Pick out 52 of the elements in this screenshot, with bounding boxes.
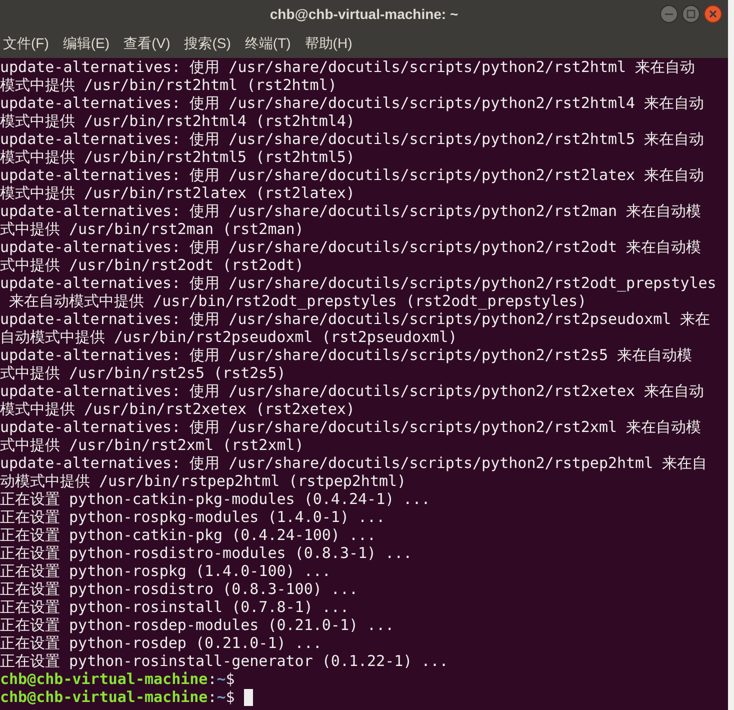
output-line: 正在设置 python-catkin-pkg-modules (0.4.24-1) ...	[0, 490, 430, 508]
output-line: update-alternatives: 使用 /usr/share/docutils/scripts/python2/rstpep2html 来在自	[0, 454, 708, 472]
output-line: 动模式中提供 /usr/bin/rstpep2html (rstpep2html)	[0, 472, 406, 490]
output-line: update-alternatives: 使用 /usr/share/docutils/scripts/python2/rst2html5 来在自动	[0, 130, 704, 148]
output-line: update-alternatives: 使用 /usr/share/docutils/scripts/python2/rst2html4 来在自动	[0, 94, 704, 112]
prompt-user-host: chb@chb-virtual-machine	[0, 670, 208, 688]
menu-item[interactable]: 帮助(H)	[304, 32, 352, 54]
output-line: 式中提供 /usr/bin/rst2xml (rst2xml)	[0, 436, 304, 454]
output-line: 模式中提供 /usr/bin/rst2latex (rst2latex)	[0, 184, 355, 202]
output-line: 正在设置 python-rospkg-modules (1.4.0-1) ...	[0, 508, 386, 526]
output-line: 正在设置 python-rosdep (0.21.0-1) ...	[0, 634, 322, 652]
minimize-icon[interactable]	[660, 5, 678, 23]
maximize-icon[interactable]	[682, 5, 700, 23]
prompt-path: ~	[216, 688, 226, 706]
output-line: 自动模式中提供 /usr/bin/rst2pseudoxml (rst2pseudoxml)	[0, 328, 458, 346]
output-line: 式中提供 /usr/bin/rst2s5 (rst2s5)	[0, 364, 286, 382]
output-line: update-alternatives: 使用 /usr/share/docutils/scripts/python2/rst2s5 来在自动模	[0, 346, 692, 364]
output-line: 正在设置 python-rosdistro (0.8.3-100) ...	[0, 580, 358, 598]
output-line: update-alternatives: 使用 /usr/share/docutils/scripts/python2/rst2odt 来在自动模	[0, 238, 702, 256]
output-line: update-alternatives: 使用 /usr/share/docutils/scripts/python2/rst2odt_prepstyles	[0, 274, 716, 292]
prompt-colon: :	[208, 670, 217, 688]
output-line: 正在设置 python-catkin-pkg (0.4.24-100) ...	[0, 526, 376, 544]
output-line: update-alternatives: 使用 /usr/share/docutils/scripts/python2/rst2html 来在自动	[0, 58, 696, 76]
close-icon[interactable]	[704, 5, 722, 23]
output-line: 式中提供 /usr/bin/rst2man (rst2man)	[0, 220, 304, 238]
output-line: 正在设置 python-rospkg (1.4.0-100) ...	[0, 562, 331, 580]
prompt-symbol: $	[226, 688, 235, 706]
menu-item[interactable]: 文件(F)	[3, 32, 49, 54]
menu-item[interactable]: 搜索(S)	[184, 32, 231, 54]
output-line: update-alternatives: 使用 /usr/share/docutils/scripts/python2/rst2man 来在自动模	[0, 202, 702, 220]
menu-item[interactable]: 终端(T)	[244, 32, 291, 54]
menu-item[interactable]: 编辑(E)	[62, 32, 110, 54]
output-line: 正在设置 python-rosinstall (0.7.8-1) ...	[0, 598, 349, 616]
output-line: 正在设置 python-rosdep-modules (0.21.0-1) ...	[0, 616, 394, 634]
prompt-colon: :	[208, 688, 217, 706]
output-line: 式中提供 /usr/bin/rst2odt (rst2odt)	[0, 256, 304, 274]
output-line: update-alternatives: 使用 /usr/share/docutils/scripts/python2/rst2xetex 来在自动	[0, 382, 704, 400]
output-line: update-alternatives: 使用 /usr/share/docutils/scripts/python2/rst2pseudoxml 来在	[0, 310, 710, 328]
output-line: 模式中提供 /usr/bin/rst2html (rst2html)	[0, 76, 337, 94]
output-line: update-alternatives: 使用 /usr/share/docutils/scripts/python2/rst2xml 来在自动模	[0, 418, 702, 436]
output-line: 正在设置 python-rosdistro-modules (0.8.3-1) ...	[0, 544, 412, 562]
prompt-user-host: chb@chb-virtual-machine	[0, 688, 208, 706]
menu-item[interactable]: 查看(V)	[124, 32, 170, 54]
output-line: 来在自动模式中提供 /usr/bin/rst2odt_prepstyles (rst2odt_prepstyles)	[8, 292, 587, 310]
prompt-path: ~	[216, 670, 226, 688]
output-line: 模式中提供 /usr/bin/rst2xetex (rst2xetex)	[0, 400, 355, 418]
output-line: update-alternatives: 使用 /usr/share/docutils/scripts/python2/rst2latex 来在自动	[0, 166, 704, 184]
output-line: 模式中提供 /usr/bin/rst2html5 (rst2html5)	[0, 148, 355, 166]
output-line: 正在设置 python-rosinstall-generator (0.1.22-1) ...	[0, 652, 448, 670]
output-line: 模式中提供 /usr/bin/rst2html4 (rst2html4)	[0, 112, 355, 130]
prompt-symbol: $	[226, 670, 235, 688]
window-title: chb@chb-virtual-machine: ~	[270, 4, 458, 24]
